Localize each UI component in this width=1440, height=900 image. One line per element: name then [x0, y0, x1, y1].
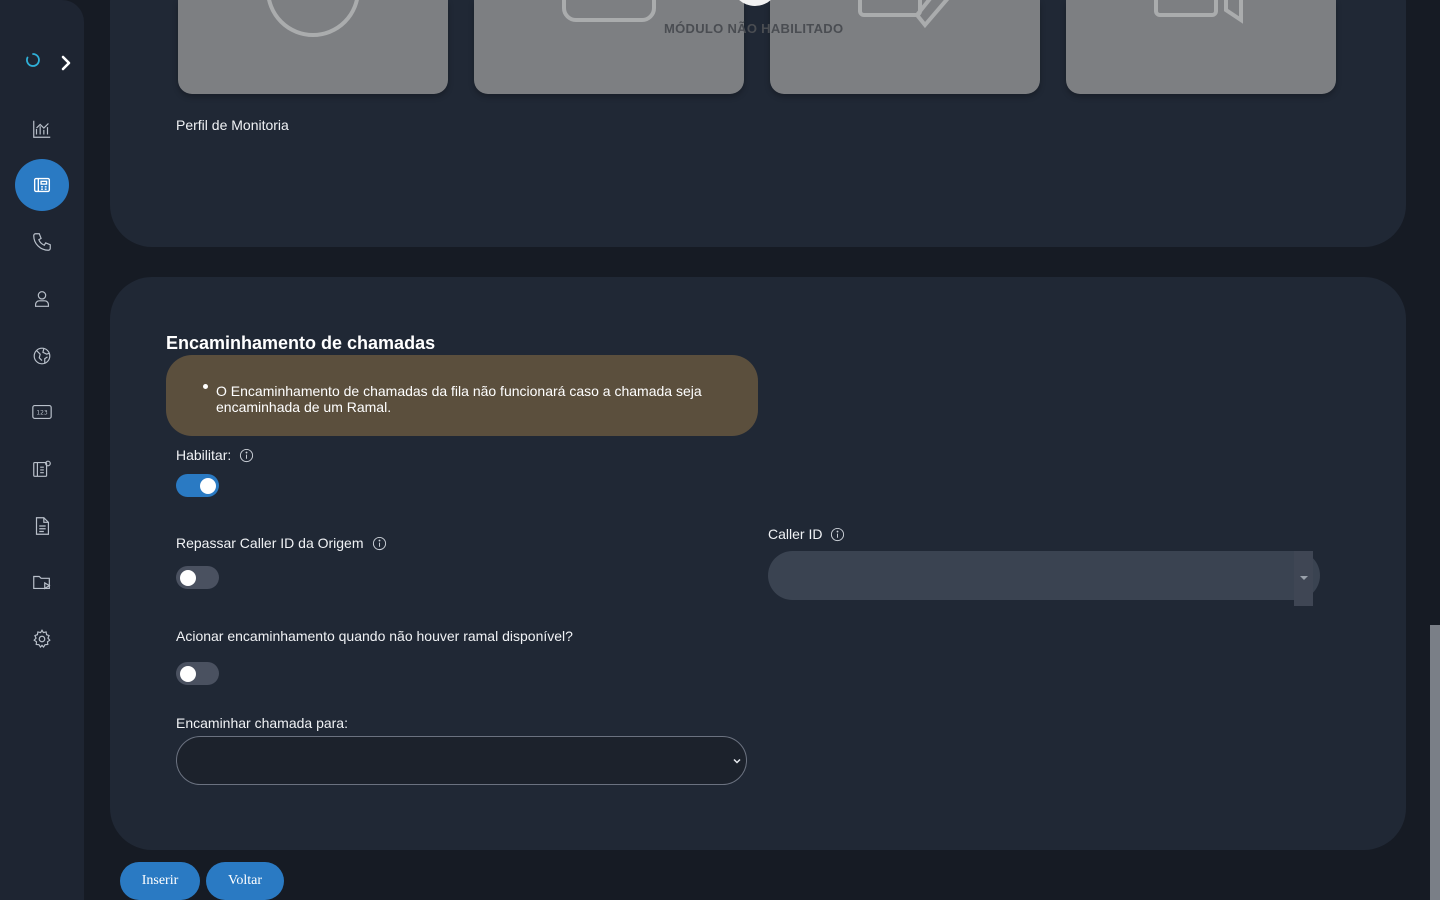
sidebar-item-queues[interactable]	[15, 159, 69, 211]
back-button[interactable]: Voltar	[206, 862, 284, 900]
globe-icon	[33, 347, 51, 365]
info-icon[interactable]	[239, 448, 254, 463]
pass-callerid-toggle[interactable]	[176, 566, 219, 589]
sidebar-item-recordings[interactable]	[15, 556, 69, 608]
edit-icon	[858, 0, 950, 29]
sidebar-item-queue-settings[interactable]	[15, 443, 69, 495]
svg-text:123: 123	[36, 409, 48, 416]
scrollbar-thumb[interactable]	[1430, 625, 1440, 900]
loading-spinner-icon	[26, 53, 40, 67]
sidebar-item-numbers[interactable]: 123	[15, 386, 69, 438]
chart-icon	[33, 120, 51, 138]
info-icon[interactable]	[372, 536, 387, 551]
document-icon	[35, 517, 50, 535]
enable-toggle[interactable]	[176, 474, 219, 497]
audio-icon	[1154, 0, 1243, 24]
pass-callerid-label: Repassar Caller ID da Origem	[176, 535, 364, 551]
sidebar-item-network[interactable]	[15, 330, 69, 382]
close-circle-icon	[267, 0, 359, 37]
no-extension-toggle[interactable]	[176, 662, 219, 685]
module-disabled-text: MÓDULO NÃO HABILITADO	[664, 21, 844, 36]
user-icon	[34, 291, 50, 307]
sidebar-item-dashboard[interactable]	[15, 103, 69, 155]
sidebar: 123	[0, 0, 84, 900]
module-tile-2	[474, 0, 744, 94]
module-tile-4	[1066, 0, 1336, 94]
queue-settings-icon	[33, 460, 51, 477]
chevron-right-icon[interactable]	[57, 54, 75, 72]
sidebar-item-users[interactable]	[15, 273, 69, 325]
callerid-select[interactable]	[768, 551, 1320, 606]
sidebar-item-calls[interactable]	[15, 216, 69, 268]
caret-down-icon	[1300, 576, 1308, 580]
module-tile-3	[770, 0, 1040, 94]
warning-text: O Encaminhamento de chamadas da fila não…	[216, 383, 702, 415]
pass-callerid-field: Repassar Caller ID da Origem	[176, 535, 387, 551]
folder-play-icon	[33, 575, 51, 590]
queue-icon	[33, 177, 51, 193]
toggle-knob	[180, 569, 196, 586]
insert-button[interactable]: Inserir	[120, 862, 200, 900]
section-title: Encaminhamento de chamadas	[166, 333, 436, 353]
chevron-down-icon	[733, 758, 741, 764]
enable-label: Habilitar:	[176, 447, 232, 463]
numbers-icon: 123	[32, 404, 52, 420]
forward-to-label: Encaminhar chamada para:	[176, 715, 348, 731]
warning-alert: O Encaminhamento de chamadas da fila não…	[166, 355, 758, 436]
gear-icon	[33, 629, 51, 649]
forward-to-field: Encaminhar chamada para:	[176, 715, 348, 731]
sidebar-item-settings[interactable]	[15, 613, 69, 665]
no-extension-field: Acionar encaminhamento quando não houver…	[176, 628, 573, 644]
monitoring-profile-label: Perfil de Monitoria	[176, 117, 289, 133]
toggle-knob	[200, 477, 216, 494]
toggle-knob	[180, 665, 196, 682]
enable-field: Habilitar:	[176, 447, 254, 463]
info-icon[interactable]	[830, 527, 845, 542]
sidebar-item-reports[interactable]	[15, 500, 69, 552]
monitor-icon	[562, 0, 656, 22]
forward-to-select[interactable]	[176, 736, 747, 785]
phone-icon	[33, 233, 51, 251]
bullet	[203, 384, 208, 389]
no-extension-label: Acionar encaminhamento quando não houver…	[176, 628, 573, 644]
callerid-label: Caller ID	[768, 526, 823, 542]
module-tile-1	[178, 0, 448, 94]
callerid-field: Caller ID	[768, 526, 845, 542]
